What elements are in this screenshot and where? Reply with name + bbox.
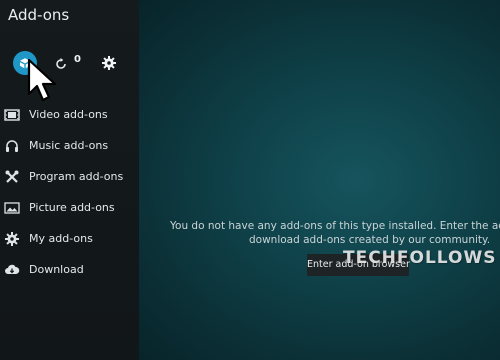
watermark: TECHFOLLOWS xyxy=(343,248,497,268)
kodi-addons-screen: Add-ons 0 Video add-ons Music add-ons Pr… xyxy=(0,0,500,360)
open-box-button[interactable] xyxy=(13,51,37,75)
sidebar-item-label: Video add-ons xyxy=(29,108,108,121)
sidebar: Add-ons 0 Video add-ons Music add-ons Pr… xyxy=(0,0,139,360)
sidebar-item-music-addons[interactable]: Music add-ons xyxy=(0,130,139,161)
sidebar-item-label: Program add-ons xyxy=(29,170,124,183)
empty-state-line-2: download add-ons created by our communit… xyxy=(249,234,491,246)
empty-state-line-1: You do not have any add-ons of this type… xyxy=(170,220,500,232)
gear-icon xyxy=(5,231,19,246)
picture-icon xyxy=(4,201,20,214)
cloud-download-icon xyxy=(5,264,20,274)
sidebar-item-download[interactable]: Download xyxy=(0,254,139,285)
refresh-icon xyxy=(56,58,66,69)
sidebar-item-label: Picture add-ons xyxy=(29,201,115,214)
sidebar-nav: Video add-ons Music add-ons Program add-… xyxy=(0,99,139,285)
gear-icon xyxy=(102,56,116,70)
tools-icon xyxy=(5,170,19,183)
film-icon xyxy=(4,108,20,121)
sidebar-toolbar: 0 xyxy=(0,48,139,80)
open-box-icon xyxy=(20,58,30,69)
sidebar-item-my-addons[interactable]: My add-ons xyxy=(0,223,139,254)
sidebar-item-label: My add-ons xyxy=(29,232,93,245)
headphones-icon xyxy=(6,139,18,152)
sidebar-item-program-addons[interactable]: Program add-ons xyxy=(0,161,139,192)
update-count: 0 xyxy=(74,54,81,65)
sidebar-item-label: Music add-ons xyxy=(29,139,109,152)
settings-button[interactable] xyxy=(101,55,117,71)
sidebar-item-video-addons[interactable]: Video add-ons xyxy=(0,99,139,130)
refresh-button[interactable] xyxy=(54,56,68,70)
sidebar-item-picture-addons[interactable]: Picture add-ons xyxy=(0,192,139,223)
main-content: You do not have any add-ons of this type… xyxy=(139,0,500,360)
page-title: Add-ons xyxy=(8,6,70,24)
sidebar-item-label: Download xyxy=(29,263,84,276)
empty-state-message: You do not have any add-ons of this type… xyxy=(170,219,500,247)
